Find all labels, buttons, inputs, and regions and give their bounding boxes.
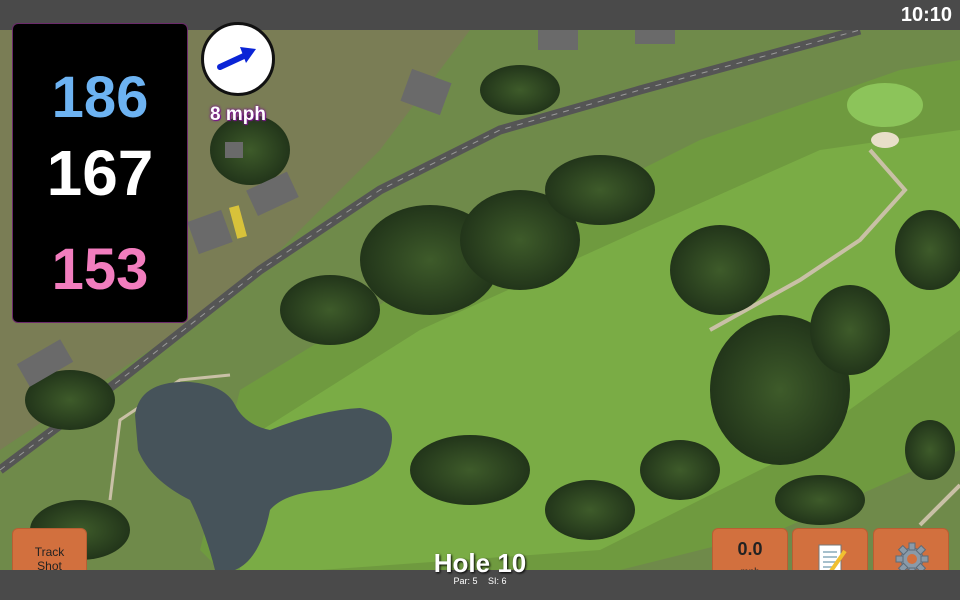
- distance-panel: 186 167 153: [12, 23, 188, 323]
- wind-speed: 8 mph: [210, 104, 266, 125]
- track-shot-label: Track Shot: [34, 545, 65, 573]
- front-distance: 153: [51, 237, 149, 302]
- hole-stroke-index: SI: 6: [488, 576, 507, 586]
- wind-direction-arrow-icon: [217, 47, 256, 70]
- hole-par: Par: 5: [453, 576, 478, 586]
- speed-value: 0.0: [737, 539, 763, 559]
- clock: 10:10: [900, 4, 952, 26]
- middle-distance: 167: [46, 137, 154, 209]
- wind-indicator: [201, 22, 275, 96]
- back-distance: 186: [51, 65, 149, 130]
- hole-info: Par: 5 SI: 6: [380, 576, 580, 586]
- hole-title: Hole 10: [433, 548, 527, 578]
